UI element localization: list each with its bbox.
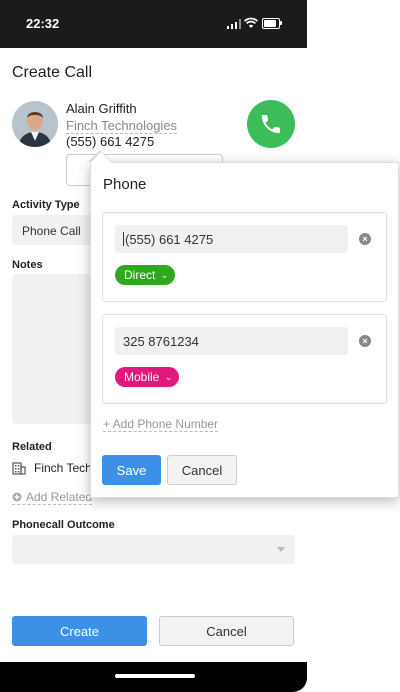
phone-handset-icon [262,115,280,133]
notes-label: Notes [12,259,43,271]
popover-title: Phone [103,176,147,193]
text-cursor [123,232,124,246]
page-title: Create Call [12,64,93,81]
phone-type-dropdown[interactable]: Mobile ⌄ [115,367,180,387]
phone-number-value: (555) 661 4275 [125,232,214,247]
popover-cancel-button[interactable]: Cancel [167,455,237,485]
phone-type-label: Mobile [124,370,160,384]
home-indicator[interactable] [115,674,195,678]
clear-icon[interactable]: × [359,335,371,347]
call-button[interactable] [247,100,295,148]
add-related-link[interactable]: Add Related [12,490,93,505]
related-item-label: Finch Tech [34,461,92,475]
cancel-button[interactable]: Cancel [159,616,294,646]
phone-popover: Phone (555) 661 4275 × Direct ⌄ 325 87612… [90,162,399,498]
status-time: 22:32 [26,16,60,31]
phone-number-input[interactable]: 325 8761234 [115,327,348,355]
add-related-label: Add Related [26,490,93,504]
building-icon [12,462,26,475]
related-item[interactable]: Finch Tech [12,461,92,475]
popover-arrow-fill [90,152,112,163]
clear-icon[interactable]: × [359,233,371,245]
phone-number-value: 325 8761234 [123,334,199,349]
activity-type-label: Activity Type [12,199,80,211]
outcome-label: Phonecall Outcome [12,519,115,531]
contact-name[interactable]: Alain Griffith [66,101,137,116]
phone-number-input[interactable]: (555) 661 4275 [115,225,348,253]
battery-tip [280,21,282,25]
outcome-select[interactable] [12,535,295,564]
save-button[interactable]: Save [102,455,161,485]
plus-circle-icon [12,492,22,502]
phone-type-dropdown[interactable]: Direct ⌄ [115,265,176,285]
chevron-down-icon [277,547,285,552]
signal-icon [227,19,241,29]
phone-entry-1: (555) 661 4275 × Direct ⌄ [102,212,387,302]
chevron-down-icon: ⌄ [160,270,169,280]
contact-company[interactable]: Finch Technologies [66,118,178,134]
add-phone-number-link[interactable]: + Add Phone Number [103,417,219,432]
status-bar: 22:32 [0,0,307,48]
activity-type-value: Phone Call [22,224,81,238]
related-label: Related [12,441,52,453]
contact-phone[interactable]: (555) 661 4275 [66,134,154,149]
chevron-down-icon: ⌄ [164,372,173,382]
wifi-icon [244,17,258,28]
battery-icon [262,18,280,29]
phone-entry-2: 325 8761234 × Mobile ⌄ [102,314,387,404]
create-button[interactable]: Create [12,616,147,646]
avatar-image [12,101,58,147]
phone-type-label: Direct [124,268,156,282]
avatar [12,101,58,147]
